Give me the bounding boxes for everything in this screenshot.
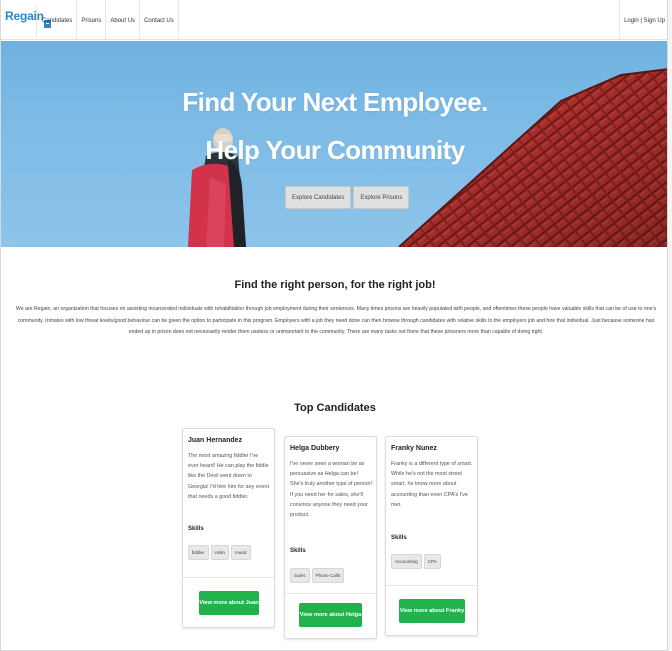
hero-title-line2: Help Your Community: [205, 135, 465, 165]
brand-name: Regain: [5, 9, 44, 23]
candidate-card-helga: Helga Dubbery I've never seen a woman be…: [284, 436, 377, 639]
nav-links: Candidates Prisons About Us Contact Us: [39, 0, 179, 40]
card-divider: [285, 593, 376, 594]
skills-label: Skills: [290, 548, 306, 554]
hero-title-line1: Find Your Next Employee.: [182, 87, 488, 117]
page-scrollbar[interactable]: [668, 0, 672, 651]
page: Regain Candidates Prisons About Us Conta…: [0, 0, 668, 651]
about-heading: Find the right person, for the right job…: [234, 279, 436, 291]
view-more-franky-button[interactable]: View more about Franky: [399, 599, 465, 623]
candidate-card-juan: Juan Hernandez The most amazing fiddler …: [182, 428, 275, 628]
hero-buttons: Explore Candidates Explore Prisons: [285, 186, 410, 209]
candidate-description: I've never seen a woman be as persuasive…: [290, 461, 372, 519]
skill-tag: Sales: [290, 568, 310, 583]
explore-prisons-button[interactable]: Explore Prisons: [353, 186, 410, 209]
candidate-card-franky: Franky Nunez Franky is a different type …: [385, 436, 478, 636]
skill-tag: Phone Calls: [311, 568, 345, 583]
about-paragraph: We are Regain, an organization that focu…: [15, 306, 657, 335]
hero-banner: Find Your Next Employee. Help Your Commu…: [1, 41, 667, 247]
skill-tags: Sales Phone Calls: [290, 568, 345, 583]
candidate-name: Helga Dubbery: [290, 445, 340, 452]
candidate-name: Juan Hernandez: [188, 437, 243, 444]
skill-tags: Accounting CPA: [391, 554, 441, 569]
candidate-description: The most amazing fiddler I've ever heard…: [188, 453, 270, 500]
top-candidates-heading: Top Candidates: [294, 402, 376, 414]
candidate-description: Franky is a different type of smart. Whi…: [391, 461, 473, 508]
explore-candidates-button[interactable]: Explore Candidates: [285, 186, 352, 209]
skill-tag: fiddler: [188, 545, 209, 560]
view-more-juan-button[interactable]: View more about Juan: [199, 591, 259, 615]
skills-label: Skills: [391, 535, 407, 541]
login-signup-link[interactable]: Login | Sign Up: [619, 0, 667, 40]
skills-label: Skills: [188, 526, 204, 532]
nav-link-prisons[interactable]: Prisons: [77, 0, 107, 40]
navbar: Regain Candidates Prisons About Us Conta…: [1, 0, 667, 40]
card-divider: [386, 585, 477, 586]
card-divider: [183, 577, 274, 578]
nav-divider: [36, 6, 37, 38]
skill-tag: violin: [210, 545, 229, 560]
skill-tags: fiddler violin music: [188, 545, 251, 560]
skill-tag: music: [230, 545, 251, 560]
nav-link-candidates[interactable]: Candidates: [39, 0, 78, 40]
view-more-helga-button[interactable]: View more about Helga: [299, 603, 362, 627]
candidate-name: Franky Nunez: [391, 445, 437, 452]
nav-link-about-us[interactable]: About Us: [106, 0, 141, 40]
skill-tag: CPA: [423, 554, 441, 569]
skill-tag: Accounting: [391, 554, 422, 569]
nav-link-contact-us[interactable]: Contact Us: [140, 0, 179, 40]
